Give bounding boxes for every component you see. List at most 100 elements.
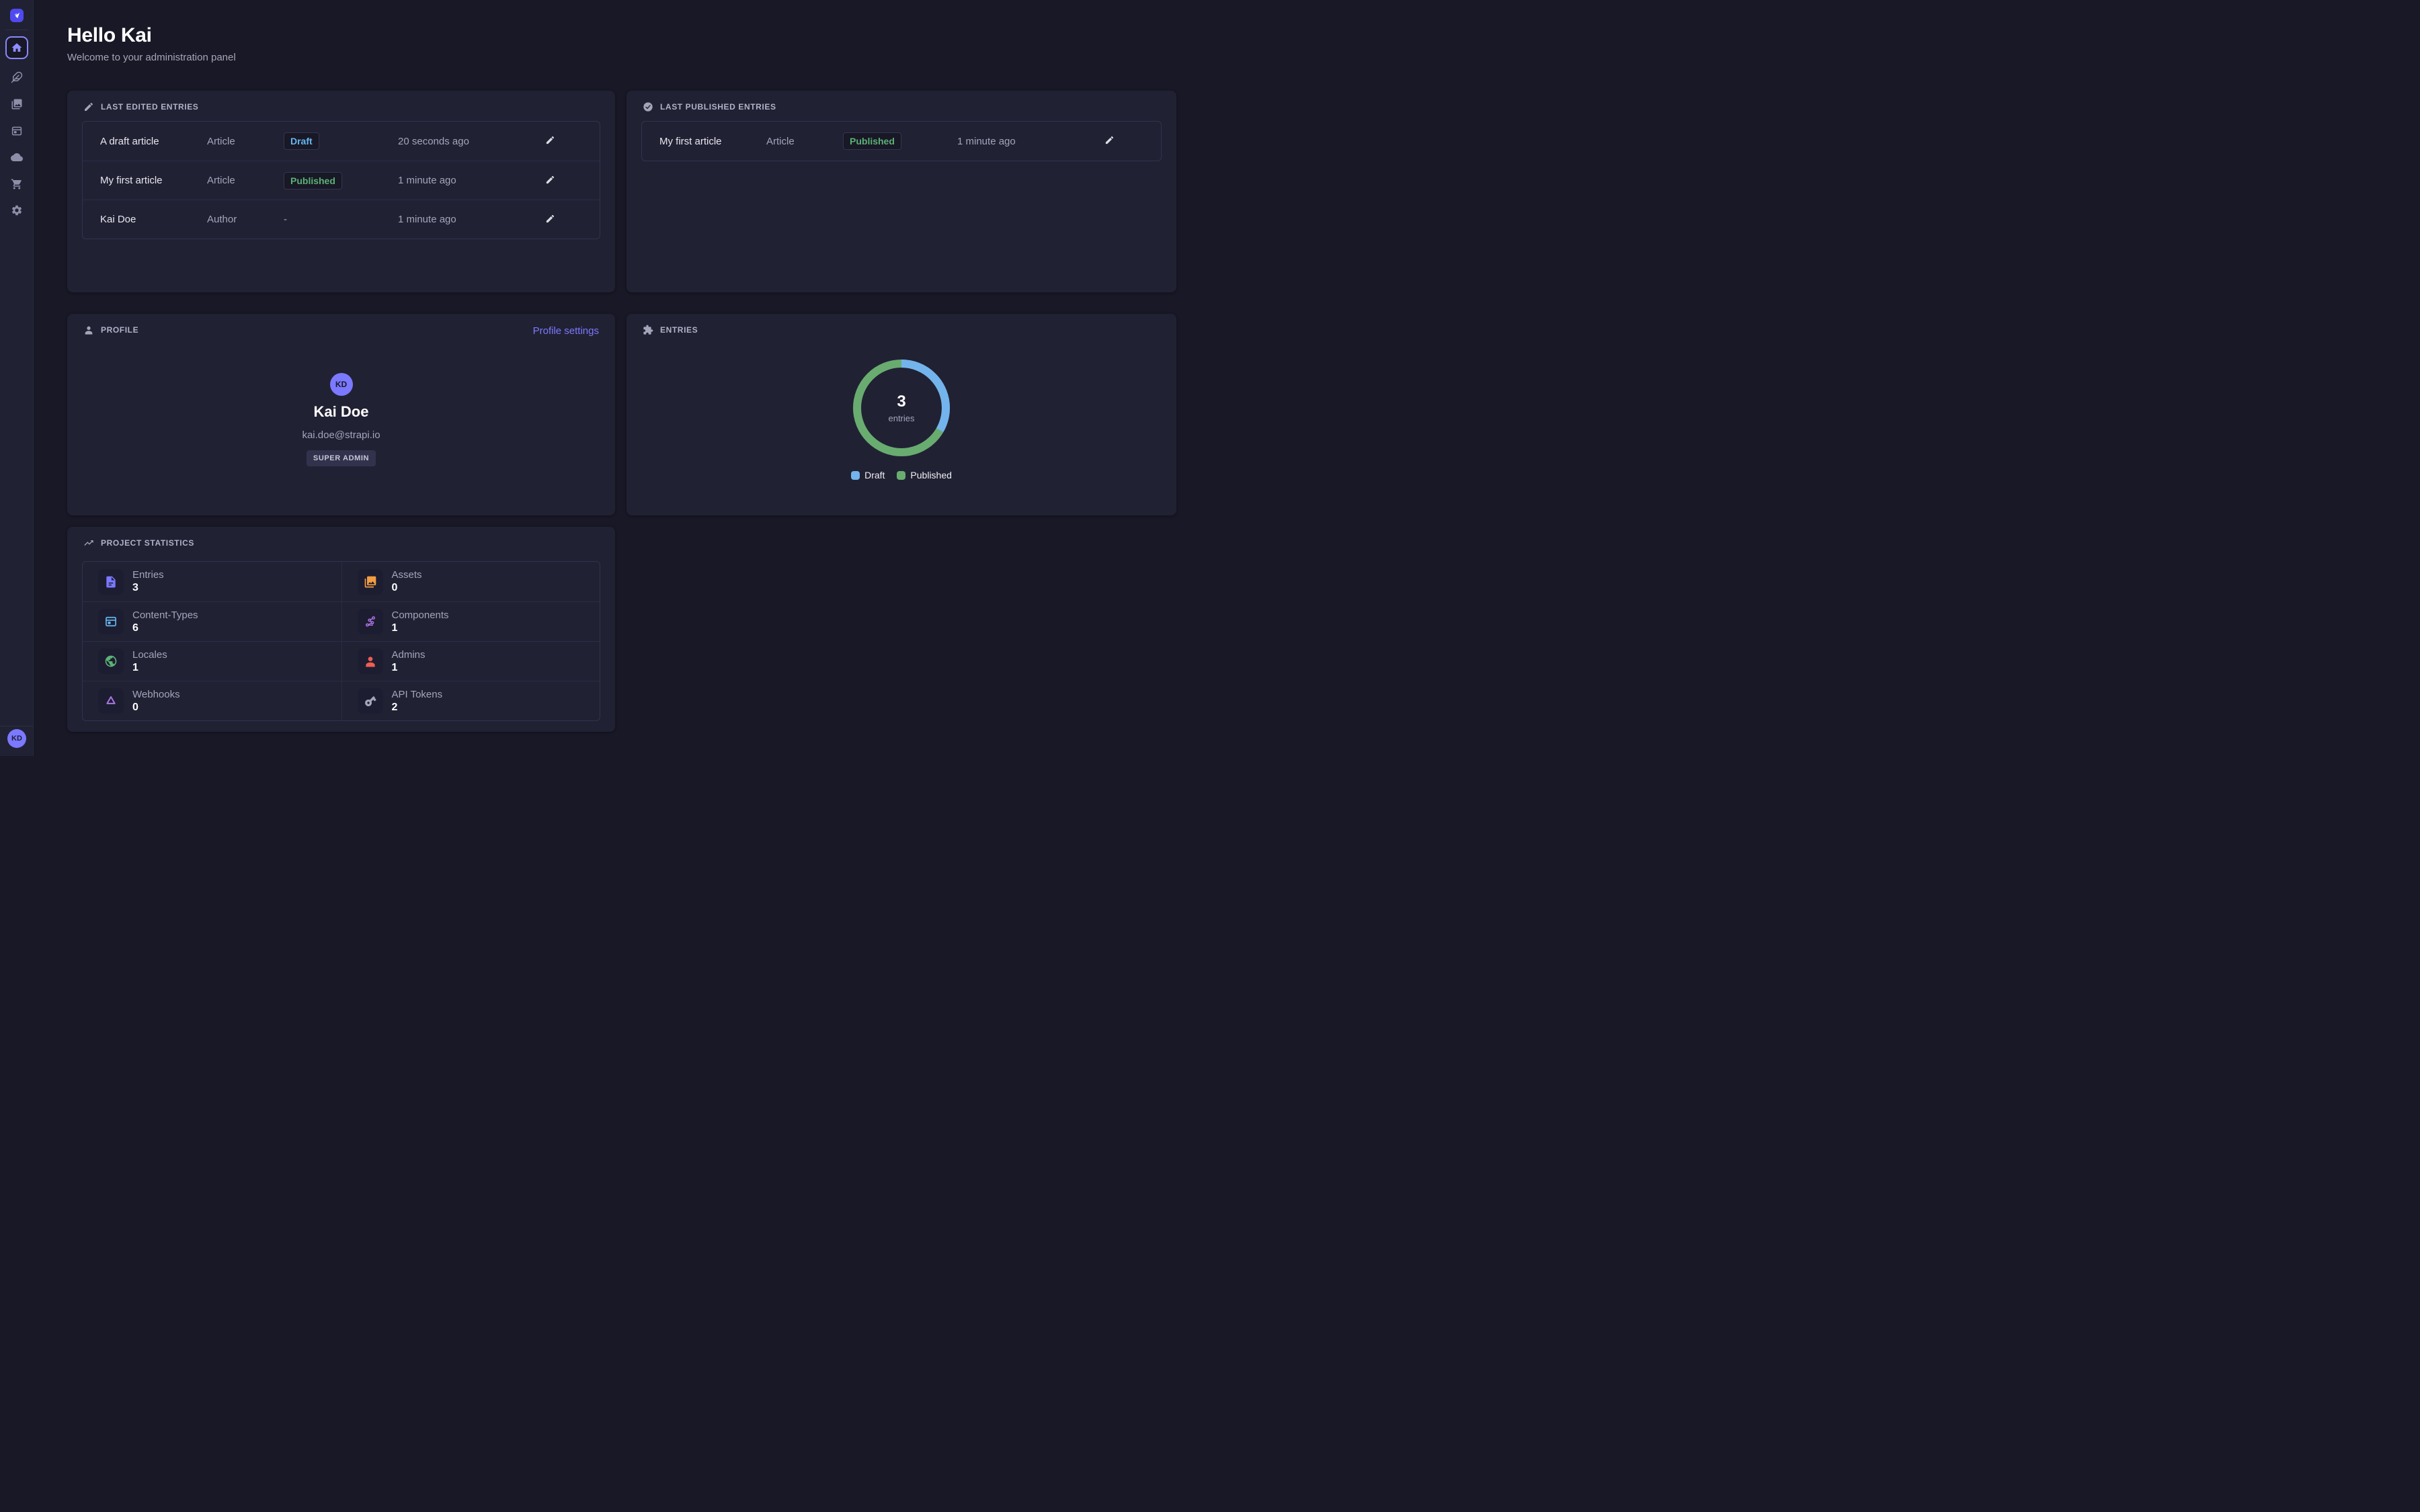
- stat-label: Admins: [392, 649, 426, 661]
- table-row: My first article Article Published 1 min…: [642, 122, 1161, 161]
- stat-content-types: Content-Types 6: [83, 601, 341, 641]
- entry-time: 1 minute ago: [957, 136, 1102, 147]
- stat-label: Webhooks: [132, 689, 180, 700]
- last-published-entries-card: LAST PUBLISHED ENTRIES My first article …: [627, 91, 1176, 292]
- pictures-icon: [358, 569, 383, 595]
- entry-type: Author: [207, 214, 284, 225]
- status-badge: Draft: [284, 132, 319, 150]
- sidebar-item-content-manager[interactable]: [5, 66, 28, 89]
- sidebar-item-deploy[interactable]: [5, 146, 28, 169]
- draft-swatch: [851, 471, 860, 480]
- donut-center-label: entries: [888, 413, 914, 423]
- feather-icon: [11, 71, 23, 83]
- webhook-icon: [98, 688, 124, 714]
- card-header: LAST EDITED ENTRIES: [67, 91, 615, 112]
- user-icon: [358, 648, 383, 674]
- legend-item-published: Published: [897, 470, 952, 480]
- pencil-icon: [83, 101, 94, 112]
- gear-icon: [11, 204, 23, 216]
- card-header: LAST PUBLISHED ENTRIES: [627, 91, 1176, 112]
- stat-value: 3: [132, 582, 164, 594]
- puzzle-icon: [643, 325, 653, 335]
- entry-name: A draft article: [100, 136, 207, 147]
- card-title: PROFILE: [101, 325, 138, 335]
- card-title: ENTRIES: [660, 325, 698, 335]
- stat-value: 2: [392, 702, 443, 714]
- legend-label: Draft: [864, 470, 885, 480]
- home-icon: [11, 42, 23, 54]
- project-statistics-card: PROJECT STATISTICS Entries 3 Assets 0: [67, 527, 615, 732]
- entry-time: 1 minute ago: [398, 214, 543, 225]
- stat-api-tokens: API Tokens 2: [341, 681, 600, 720]
- file-icon: [98, 569, 124, 595]
- status-badge: Published: [843, 132, 901, 150]
- table-row: A draft article Article Draft 20 seconds…: [83, 122, 600, 161]
- profile-email: kai.doe@strapi.io: [67, 429, 615, 441]
- user-icon: [83, 325, 94, 335]
- pencil-icon: [545, 214, 555, 224]
- donut-center-value: 3: [897, 392, 905, 411]
- card-header: ENTRIES: [627, 314, 1176, 335]
- entry-time: 1 minute ago: [398, 175, 543, 186]
- profile-name: Kai Doe: [67, 403, 615, 421]
- entry-status-empty: -: [284, 214, 398, 225]
- entries-donut-chart: 3 entries: [848, 354, 955, 462]
- stat-value: 1: [392, 622, 449, 634]
- stat-label: Assets: [392, 569, 422, 581]
- strapi-logo[interactable]: [10, 9, 24, 22]
- stats-table: Entries 3 Assets 0 Content-Types 6: [82, 561, 600, 721]
- edit-entry-button[interactable]: [543, 213, 557, 226]
- entries-card: ENTRIES 3 entries Draft Published: [627, 314, 1176, 515]
- stat-components: Components 1: [341, 601, 600, 641]
- chart-legend: Draft Published: [627, 470, 1176, 480]
- entry-name: Kai Doe: [100, 214, 207, 225]
- sidebar-item-media-library[interactable]: [5, 93, 28, 116]
- stat-webhooks: Webhooks 0: [83, 681, 341, 720]
- layout-icon: [98, 609, 124, 634]
- table-row: My first article Article Published 1 min…: [83, 161, 600, 200]
- stat-label: API Tokens: [392, 689, 443, 700]
- key-icon: [358, 688, 383, 714]
- entry-type: Article: [207, 175, 284, 186]
- profile-card: PROFILE Profile settings KD Kai Doe kai.…: [67, 314, 615, 515]
- card-header: PROJECT STATISTICS: [67, 527, 615, 548]
- layout-icon: [11, 125, 23, 137]
- stat-admins: Admins 1: [341, 641, 600, 681]
- sidebar-item-marketplace[interactable]: [5, 173, 28, 196]
- stat-value: 0: [392, 582, 422, 594]
- stat-value: 1: [132, 662, 167, 674]
- entry-name: My first article: [100, 175, 207, 186]
- profile-settings-link[interactable]: Profile settings: [533, 325, 599, 337]
- strapi-logo-glyph: [12, 11, 22, 20]
- stat-label: Content-Types: [132, 610, 198, 621]
- globe-icon: [98, 648, 124, 674]
- legend-label: Published: [910, 470, 952, 480]
- stat-value: 0: [132, 702, 180, 714]
- components-icon: [358, 609, 383, 634]
- user-avatar[interactable]: KD: [7, 729, 26, 748]
- card-title: LAST EDITED ENTRIES: [101, 102, 198, 112]
- cart-icon: [11, 178, 23, 190]
- page-subtitle: Welcome to your administration panel: [67, 52, 236, 63]
- card-title: LAST PUBLISHED ENTRIES: [660, 102, 776, 112]
- edit-entry-button[interactable]: [543, 174, 557, 187]
- entry-type: Article: [207, 136, 284, 147]
- pencil-icon: [545, 175, 555, 185]
- pencil-icon: [545, 135, 555, 145]
- stat-locales: Locales 1: [83, 641, 341, 681]
- check-circle-icon: [643, 101, 653, 112]
- edit-entry-button[interactable]: [543, 134, 557, 148]
- trending-up-icon: [83, 538, 94, 548]
- sidebar-item-home[interactable]: [5, 36, 28, 59]
- last-published-table: My first article Article Published 1 min…: [641, 121, 1162, 161]
- page-title: Hello Kai: [67, 24, 152, 47]
- card-title: PROJECT STATISTICS: [101, 538, 194, 548]
- stat-value: 6: [132, 622, 198, 634]
- edit-entry-button[interactable]: [1102, 134, 1116, 148]
- published-swatch: [897, 471, 905, 480]
- sidebar-item-settings[interactable]: [5, 199, 28, 222]
- sidebar-item-content-type-builder[interactable]: [5, 120, 28, 142]
- status-badge: Published: [284, 172, 342, 190]
- profile-avatar: KD: [330, 373, 353, 396]
- pencil-icon: [1104, 135, 1115, 145]
